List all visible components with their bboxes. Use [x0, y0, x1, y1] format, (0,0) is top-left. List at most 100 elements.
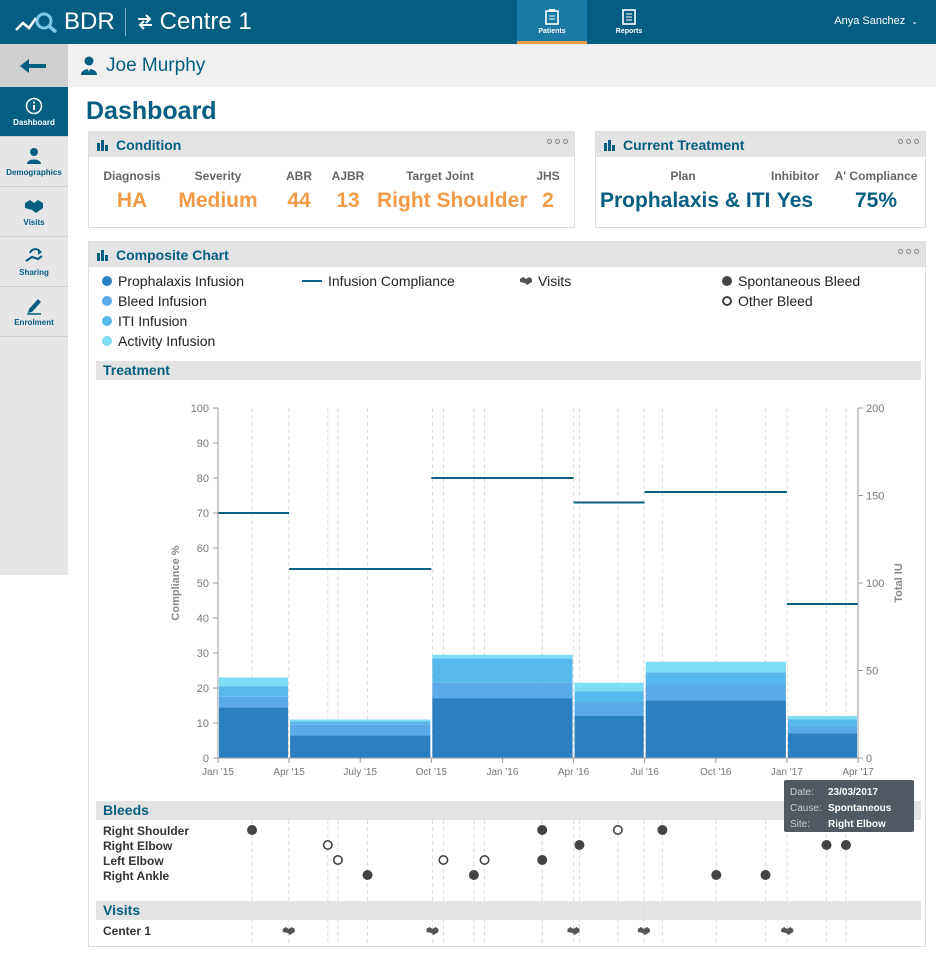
patient-icon — [81, 56, 97, 75]
stat-value: Yes — [776, 189, 814, 212]
stat-jhs: JHS 2 — [528, 169, 568, 213]
composite-panel-header: Composite Chart — [89, 242, 925, 267]
stat-label: Plan — [670, 169, 696, 183]
arrow-left-icon — [20, 58, 46, 73]
stat-label: JHS — [536, 169, 560, 183]
legend-bleed-infusion[interactable]: Bleed Infusion — [102, 293, 207, 309]
legend-ring — [722, 296, 732, 306]
legend-activity-infusion[interactable]: Activity Infusion — [102, 333, 215, 349]
sidebar-item-label: Demographics — [6, 168, 62, 177]
tab-patients[interactable]: Patients — [517, 0, 587, 44]
legend-dot — [102, 276, 112, 286]
treatment-section-header: Treatment — [96, 361, 921, 380]
legend-label: Prophalaxis Infusion — [118, 273, 245, 289]
bleed-row-label: Right Shoulder — [103, 824, 189, 838]
legend-label: Visits — [538, 273, 572, 289]
visit-row-label: Center 1 — [103, 924, 152, 938]
current-treatment-panel: Current Treatment Plan Prophalaxis & ITI… — [595, 131, 926, 228]
user-menu[interactable]: Anya Sanchez ⌄ — [834, 15, 918, 27]
tab-reports[interactable]: Reports — [594, 0, 664, 44]
stat-value: 44 — [287, 189, 311, 212]
handshake-icon — [25, 200, 43, 213]
legend-dot — [722, 276, 732, 286]
brand-logo[interactable]: BDR Centre 1 — [14, 8, 252, 36]
legend-dot — [102, 316, 112, 326]
legend-line — [302, 280, 322, 282]
visits-section-header: Visits — [96, 901, 921, 920]
bar-chart-icon — [97, 249, 108, 261]
legend-other-bleed[interactable]: Other Bleed — [722, 293, 813, 309]
stat-compliance: A' Compliance 75% — [830, 169, 922, 213]
legend-prophalaxis[interactable]: Prophalaxis Infusion — [102, 273, 244, 289]
legend-label: Infusion Compliance — [328, 273, 455, 289]
sidebar-item-visits[interactable]: Visits — [0, 187, 68, 237]
legend-dot — [102, 336, 112, 346]
stat-inhibitor: Inhibitor Yes — [762, 169, 828, 213]
legend-dot — [102, 296, 112, 306]
stat-ajbr: AJBR 13 — [328, 169, 368, 213]
more-options-icon[interactable] — [898, 249, 919, 254]
stat-label: Target Joint — [406, 169, 474, 183]
header-divider — [124, 8, 126, 36]
person-icon — [27, 148, 41, 164]
tooltip-date: 23/03/2017 — [828, 787, 879, 798]
stat-severity: Severity Medium — [168, 169, 268, 213]
bleed-tooltip: Date: 23/03/2017 Cause: Spontaneous Site: R… — [784, 780, 914, 832]
sidebar-item-dashboard[interactable]: Dashboard — [0, 87, 68, 137]
tab-reports-label: Reports — [615, 28, 643, 35]
tab-patients-label: Patients — [538, 28, 566, 35]
legend-compliance[interactable]: Infusion Compliance — [302, 273, 455, 289]
stat-label: A' Compliance — [834, 169, 918, 183]
sidebar-item-demographics[interactable]: Demographics — [0, 137, 68, 187]
handshake-icon — [520, 277, 532, 285]
tooltip-key: Cause: — [790, 803, 822, 814]
patient-name: Joe Murphy — [106, 54, 206, 76]
legend-label: Spontaneous Bleed — [738, 273, 861, 289]
brand-name: BDR — [64, 8, 115, 35]
tooltip-cause: Spontaneous — [828, 803, 892, 814]
legend-iti-infusion[interactable]: ITI Infusion — [102, 313, 187, 329]
condition-title: Condition — [116, 136, 182, 153]
stat-value: HA — [116, 189, 148, 212]
legend-label: Bleed Infusion — [118, 293, 207, 309]
stat-value: 75% — [854, 189, 898, 212]
more-options-icon[interactable] — [898, 139, 919, 144]
tooltip-key: Date: — [790, 787, 814, 798]
stat-value: 2 — [542, 189, 554, 212]
legend-spontaneous-bleed[interactable]: Spontaneous Bleed — [722, 273, 860, 289]
stat-target-joint: Target Joint Right Shoulder — [377, 169, 528, 213]
more-options-icon[interactable] — [547, 139, 568, 144]
tooltip-key: Site: — [790, 819, 811, 830]
legend-label: Activity Infusion — [118, 333, 216, 349]
stat-label: Inhibitor — [771, 169, 819, 183]
logo-search-icon — [15, 12, 58, 33]
stat-label: Diagnosis — [103, 169, 161, 183]
stat-value: Prophalaxis & ITI — [600, 189, 771, 212]
sidebar-item-label: Sharing — [19, 268, 49, 277]
stat-label: AJBR — [331, 169, 365, 183]
stat-plan: Plan Prophalaxis & ITI — [600, 169, 771, 213]
bleed-row-label: Right Ankle — [103, 869, 170, 883]
clipboard-icon — [545, 9, 559, 25]
sidebar-item-enrolment[interactable]: Enrolment — [0, 287, 68, 337]
treatment-panel-header: Current Treatment — [596, 132, 925, 157]
legend-label: Other Bleed — [738, 293, 813, 309]
patient-bar: Joe Murphy — [68, 44, 936, 87]
switch-arrows-icon[interactable] — [136, 14, 154, 30]
bleed-row-label: Left Elbow — [103, 854, 164, 868]
stat-abr: ABR 44 — [279, 169, 319, 213]
page-title: Dashboard — [86, 97, 217, 125]
sidebar-item-label: Dashboard — [13, 118, 55, 127]
condition-panel: Condition Diagnosis HA Severity Medium A… — [88, 131, 575, 228]
back-button[interactable] — [0, 44, 68, 87]
pen-icon — [27, 299, 41, 315]
bar-chart-icon — [604, 139, 615, 151]
bar-chart-icon — [97, 139, 108, 151]
centre-name: Centre 1 — [159, 8, 252, 35]
hand-share-icon — [25, 248, 43, 262]
stat-diagnosis: Diagnosis HA — [92, 169, 172, 213]
sidebar-item-sharing[interactable]: Sharing — [0, 237, 68, 287]
legend-visits[interactable]: Visits — [520, 273, 571, 289]
stat-label: Severity — [194, 169, 242, 183]
sidebar-item-label: Enrolment — [14, 318, 54, 327]
